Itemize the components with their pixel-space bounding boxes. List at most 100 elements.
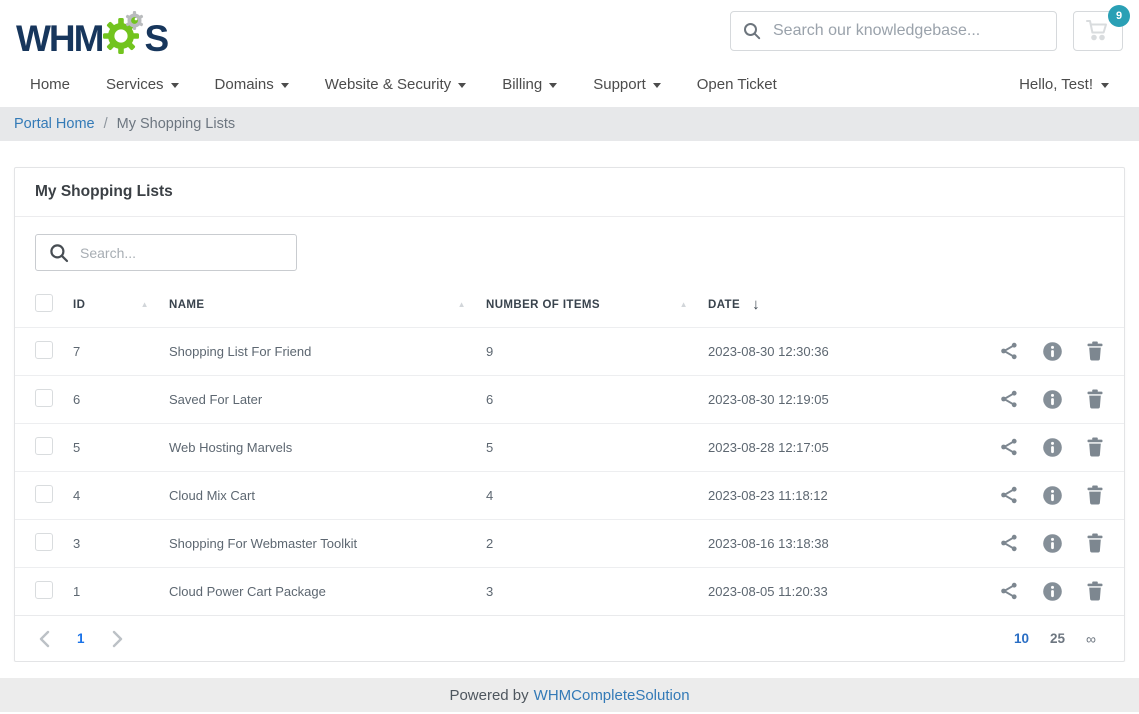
chevron-down-icon bbox=[458, 83, 466, 88]
row-checkbox[interactable] bbox=[35, 341, 53, 359]
share-icon[interactable] bbox=[999, 437, 1019, 457]
chevron-down-icon bbox=[281, 83, 289, 88]
trash-icon[interactable] bbox=[1086, 581, 1104, 601]
next-page-button[interactable] bbox=[112, 630, 123, 648]
trash-icon[interactable] bbox=[1086, 341, 1104, 361]
info-icon[interactable] bbox=[1042, 341, 1063, 362]
page-size-all[interactable]: ∞ bbox=[1086, 631, 1096, 647]
breadcrumb-portal-home[interactable]: Portal Home bbox=[14, 116, 95, 132]
share-icon[interactable] bbox=[999, 533, 1019, 553]
chevron-down-icon bbox=[1101, 83, 1109, 88]
cell-name: Cloud Power Cart Package bbox=[169, 567, 486, 615]
chevron-down-icon bbox=[171, 83, 179, 88]
table-search bbox=[35, 234, 297, 271]
share-icon[interactable] bbox=[999, 581, 1019, 601]
table-row: 3 Shopping For Webmaster Toolkit 2 2023-… bbox=[15, 519, 1124, 567]
cell-number-of-items: 2 bbox=[486, 519, 708, 567]
info-icon[interactable] bbox=[1042, 485, 1063, 506]
cell-date: 2023-08-30 12:30:36 bbox=[708, 327, 974, 375]
cell-name: Saved For Later bbox=[169, 375, 486, 423]
row-checkbox[interactable] bbox=[35, 485, 53, 503]
shopping-lists-table: ID ▲ NAME ▲ NUMBER OF ITEMS ▲ bbox=[15, 283, 1124, 615]
search-icon bbox=[743, 22, 761, 45]
chevron-down-icon bbox=[653, 83, 661, 88]
column-header-date[interactable]: DATE ↓ bbox=[708, 283, 974, 327]
sort-asc-icon: ▲ bbox=[680, 300, 688, 309]
nav-item-domains[interactable]: Domains bbox=[215, 76, 289, 93]
column-header-number-of-items[interactable]: NUMBER OF ITEMS ▲ bbox=[486, 283, 708, 327]
info-icon[interactable] bbox=[1042, 581, 1063, 602]
select-all-checkbox[interactable] bbox=[35, 294, 53, 312]
cell-number-of-items: 9 bbox=[486, 327, 708, 375]
info-icon[interactable] bbox=[1042, 389, 1063, 410]
cart-icon bbox=[1086, 19, 1110, 44]
cell-name: Cloud Mix Cart bbox=[169, 471, 486, 519]
user-menu-label: Hello, Test! bbox=[1019, 76, 1093, 93]
nav-item-home[interactable]: Home bbox=[30, 76, 70, 93]
trash-icon[interactable] bbox=[1086, 437, 1104, 457]
row-checkbox[interactable] bbox=[35, 389, 53, 407]
main-nav: Home Services Domains Website & Security Bil… bbox=[0, 62, 1139, 107]
table-header-row: ID ▲ NAME ▲ NUMBER OF ITEMS ▲ bbox=[15, 283, 1124, 327]
share-icon[interactable] bbox=[999, 485, 1019, 505]
cart-button[interactable]: 9 bbox=[1073, 11, 1123, 51]
page-size-10[interactable]: 10 bbox=[1014, 631, 1029, 646]
table-row: 4 Cloud Mix Cart 4 2023-08-23 11:18:12 bbox=[15, 471, 1124, 519]
row-checkbox[interactable] bbox=[35, 533, 53, 551]
pagination: 1 10 25 ∞ bbox=[15, 615, 1124, 661]
trash-icon[interactable] bbox=[1086, 533, 1104, 553]
info-icon[interactable] bbox=[1042, 533, 1063, 554]
trash-icon[interactable] bbox=[1086, 389, 1104, 409]
cell-name: Shopping List For Friend bbox=[169, 327, 486, 375]
cell-id: 7 bbox=[73, 327, 169, 375]
info-icon[interactable] bbox=[1042, 437, 1063, 458]
nav-item-open-ticket[interactable]: Open Ticket bbox=[697, 76, 777, 93]
page-size-25[interactable]: 25 bbox=[1050, 631, 1065, 646]
whmcompletesolution-link[interactable]: WHMCompleteSolution bbox=[534, 687, 690, 704]
breadcrumb: Portal Home / My Shopping Lists bbox=[0, 107, 1139, 141]
breadcrumb-separator: / bbox=[104, 116, 108, 132]
table-row: 5 Web Hosting Marvels 5 2023-08-28 12:17… bbox=[15, 423, 1124, 471]
cell-number-of-items: 3 bbox=[486, 567, 708, 615]
cell-date: 2023-08-05 11:20:33 bbox=[708, 567, 974, 615]
shopping-lists-panel: My Shopping Lists bbox=[14, 167, 1125, 662]
cell-id: 6 bbox=[73, 375, 169, 423]
row-checkbox[interactable] bbox=[35, 437, 53, 455]
nav-item-support[interactable]: Support bbox=[593, 76, 661, 93]
gear-icon bbox=[101, 9, 147, 60]
user-menu[interactable]: Hello, Test! bbox=[1019, 76, 1109, 93]
cell-date: 2023-08-16 13:18:38 bbox=[708, 519, 974, 567]
panel-title: My Shopping Lists bbox=[35, 183, 1104, 201]
table-search-input[interactable] bbox=[35, 234, 297, 271]
sort-desc-icon: ↓ bbox=[752, 296, 760, 313]
chevron-down-icon bbox=[549, 83, 557, 88]
nav-item-billing[interactable]: Billing bbox=[502, 76, 557, 93]
page-number-current[interactable]: 1 bbox=[77, 631, 85, 646]
table-row: 7 Shopping List For Friend 9 2023-08-30 … bbox=[15, 327, 1124, 375]
powered-by-label: Powered by bbox=[449, 687, 528, 704]
share-icon[interactable] bbox=[999, 389, 1019, 409]
whmcs-logo[interactable]: WHM bbox=[16, 6, 167, 57]
nav-item-website-security[interactable]: Website & Security bbox=[325, 76, 466, 93]
nav-item-services[interactable]: Services bbox=[106, 76, 179, 93]
footer: Powered by WHMCompleteSolution bbox=[0, 678, 1139, 712]
cell-id: 1 bbox=[73, 567, 169, 615]
cell-id: 4 bbox=[73, 471, 169, 519]
column-header-name[interactable]: NAME ▲ bbox=[169, 283, 486, 327]
trash-icon[interactable] bbox=[1086, 485, 1104, 505]
logo-text-s: S bbox=[144, 20, 167, 57]
column-header-id[interactable]: ID ▲ bbox=[73, 283, 169, 327]
sort-asc-icon: ▲ bbox=[458, 300, 466, 309]
prev-page-button[interactable] bbox=[39, 630, 50, 648]
breadcrumb-current: My Shopping Lists bbox=[117, 116, 235, 132]
table-row: 1 Cloud Power Cart Package 3 2023-08-05 … bbox=[15, 567, 1124, 615]
share-icon[interactable] bbox=[999, 341, 1019, 361]
cell-number-of-items: 4 bbox=[486, 471, 708, 519]
cell-date: 2023-08-30 12:19:05 bbox=[708, 375, 974, 423]
cell-name: Web Hosting Marvels bbox=[169, 423, 486, 471]
cell-number-of-items: 5 bbox=[486, 423, 708, 471]
row-checkbox[interactable] bbox=[35, 581, 53, 599]
knowledgebase-search-input[interactable] bbox=[730, 11, 1057, 51]
cell-date: 2023-08-23 11:18:12 bbox=[708, 471, 974, 519]
table-search-icon bbox=[49, 243, 69, 268]
